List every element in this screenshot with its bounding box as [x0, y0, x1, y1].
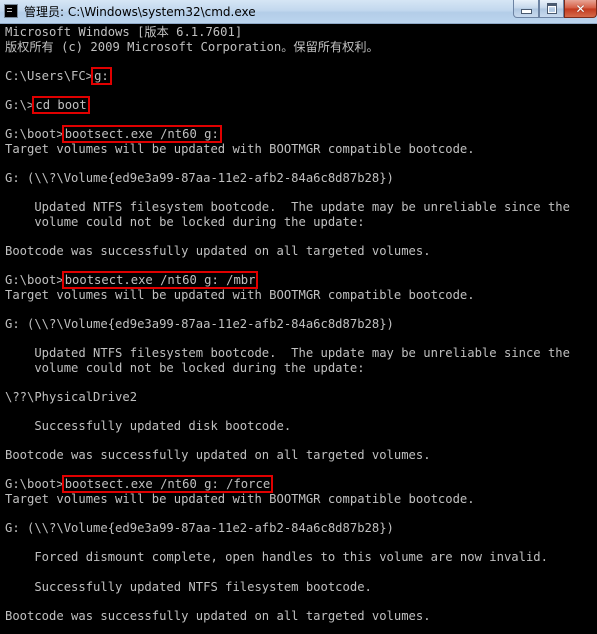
console-text: Updated NTFS filesystem bootcode. The up…: [5, 200, 570, 215]
console-line: Updated NTFS filesystem bootcode. The up…: [5, 200, 591, 215]
console-line: G:\boot>bootsect.exe /nt60 g: /mbr: [5, 271, 591, 290]
console-text: G: (\\?\Volume{ed9e3a99-87aa-11e2-afb2-8…: [5, 170, 394, 185]
console-text: Bootcode was successfully updated on all…: [5, 243, 431, 258]
console-output[interactable]: Microsoft Windows [版本 6.1.7601] 版权所有 (c) …: [5, 25, 591, 623]
command-prompt: G:\boot>: [5, 273, 64, 288]
console-text: Target volumes will be updated with BOOT…: [5, 492, 475, 506]
console-line: Target volumes will be updated with BOOT…: [5, 142, 591, 157]
console-line: Target volumes will be updated with BOOT…: [5, 492, 591, 507]
command-prompt: G:\>: [5, 97, 35, 112]
title-bar[interactable]: 管理员: C:\Windows\system32\cmd.exe ✕: [0, 0, 597, 24]
console-line: Successfully updated NTFS filesystem boo…: [5, 580, 591, 595]
close-icon: ✕: [575, 1, 586, 16]
console-line: Updated NTFS filesystem bootcode. The up…: [5, 346, 591, 361]
console-line: G: (\\?\Volume{ed9e3a99-87aa-11e2-afb2-8…: [5, 171, 591, 186]
console-text: Bootcode was successfully updated on all…: [5, 608, 431, 623]
console-line: G: (\\?\Volume{ed9e3a99-87aa-11e2-afb2-8…: [5, 521, 591, 536]
console-line: Forced dismount complete, open handles t…: [5, 550, 591, 565]
console-line: volume could not be locked during the up…: [5, 215, 591, 230]
console-line: \??\PhysicalDrive2: [5, 390, 591, 405]
console-line: G:\boot>bootsect.exe /nt60 g: /force: [5, 475, 591, 494]
highlighted-command: g:: [91, 66, 112, 85]
console-text: Updated NTFS filesystem bootcode. The up…: [5, 346, 570, 361]
console-line: G:\>cd boot: [5, 95, 591, 114]
minimize-icon: [520, 9, 532, 14]
close-button[interactable]: ✕: [564, 0, 597, 18]
cmd-window: 管理员: C:\Windows\system32\cmd.exe ✕ Micro…: [0, 0, 597, 634]
command-prompt: G:\boot>: [5, 477, 64, 492]
console-line: Bootcode was successfully updated on all…: [5, 448, 591, 463]
console-text: Successfully updated disk bootcode.: [5, 419, 292, 434]
console-text: Forced dismount complete, open handles t…: [5, 550, 548, 565]
maximize-icon: [546, 3, 557, 14]
console-line: G: (\\?\Volume{ed9e3a99-87aa-11e2-afb2-8…: [5, 317, 591, 332]
console-line: Microsoft Windows [版本 6.1.7601]: [5, 25, 591, 40]
command-prompt: G:\boot>: [5, 127, 64, 142]
console-line: 版权所有 (c) 2009 Microsoft Corporation。保留所有…: [5, 40, 591, 55]
highlighted-command: bootsect.exe /nt60 g: /mbr: [61, 271, 259, 290]
window-title: 管理员: C:\Windows\system32\cmd.exe: [24, 5, 256, 19]
console-text: volume could not be locked during the up…: [5, 360, 365, 375]
console-text: \??\PhysicalDrive2: [5, 389, 138, 404]
console-line: G:\boot>bootsect.exe /nt60 g:: [5, 125, 591, 144]
console-text: G: (\\?\Volume{ed9e3a99-87aa-11e2-afb2-8…: [5, 521, 394, 536]
console-text: Successfully updated NTFS filesystem boo…: [5, 579, 372, 594]
console-text: Bootcode was successfully updated on all…: [5, 448, 431, 463]
console-line: C:\Users\FC>g:: [5, 66, 591, 85]
minimize-button[interactable]: [513, 0, 539, 18]
console-text: Target volumes will be updated with BOOT…: [5, 287, 475, 302]
console-text: G: (\\?\Volume{ed9e3a99-87aa-11e2-afb2-8…: [5, 316, 394, 331]
console-line: Bootcode was successfully updated on all…: [5, 244, 591, 259]
highlighted-command: cd boot: [32, 95, 90, 114]
console-line: Bootcode was successfully updated on all…: [5, 609, 591, 624]
highlighted-command: bootsect.exe /nt60 g:: [61, 125, 222, 144]
console-line: volume could not be locked during the up…: [5, 361, 591, 376]
console-line: Successfully updated disk bootcode.: [5, 419, 591, 434]
console-text: Microsoft Windows [版本 6.1.7601]: [5, 25, 243, 39]
console-line: Target volumes will be updated with BOOT…: [5, 288, 591, 303]
console-text: Target volumes will be updated with BOOT…: [5, 141, 475, 156]
command-prompt: C:\Users\FC>: [5, 68, 94, 83]
console-text: 版权所有 (c) 2009 Microsoft Corporation。保留所有…: [5, 39, 379, 54]
cmd-app-icon[interactable]: [4, 4, 18, 18]
highlighted-command: bootsect.exe /nt60 g: /force: [61, 475, 274, 494]
console-text: volume could not be locked during the up…: [5, 214, 365, 229]
maximize-button[interactable]: [539, 0, 564, 18]
